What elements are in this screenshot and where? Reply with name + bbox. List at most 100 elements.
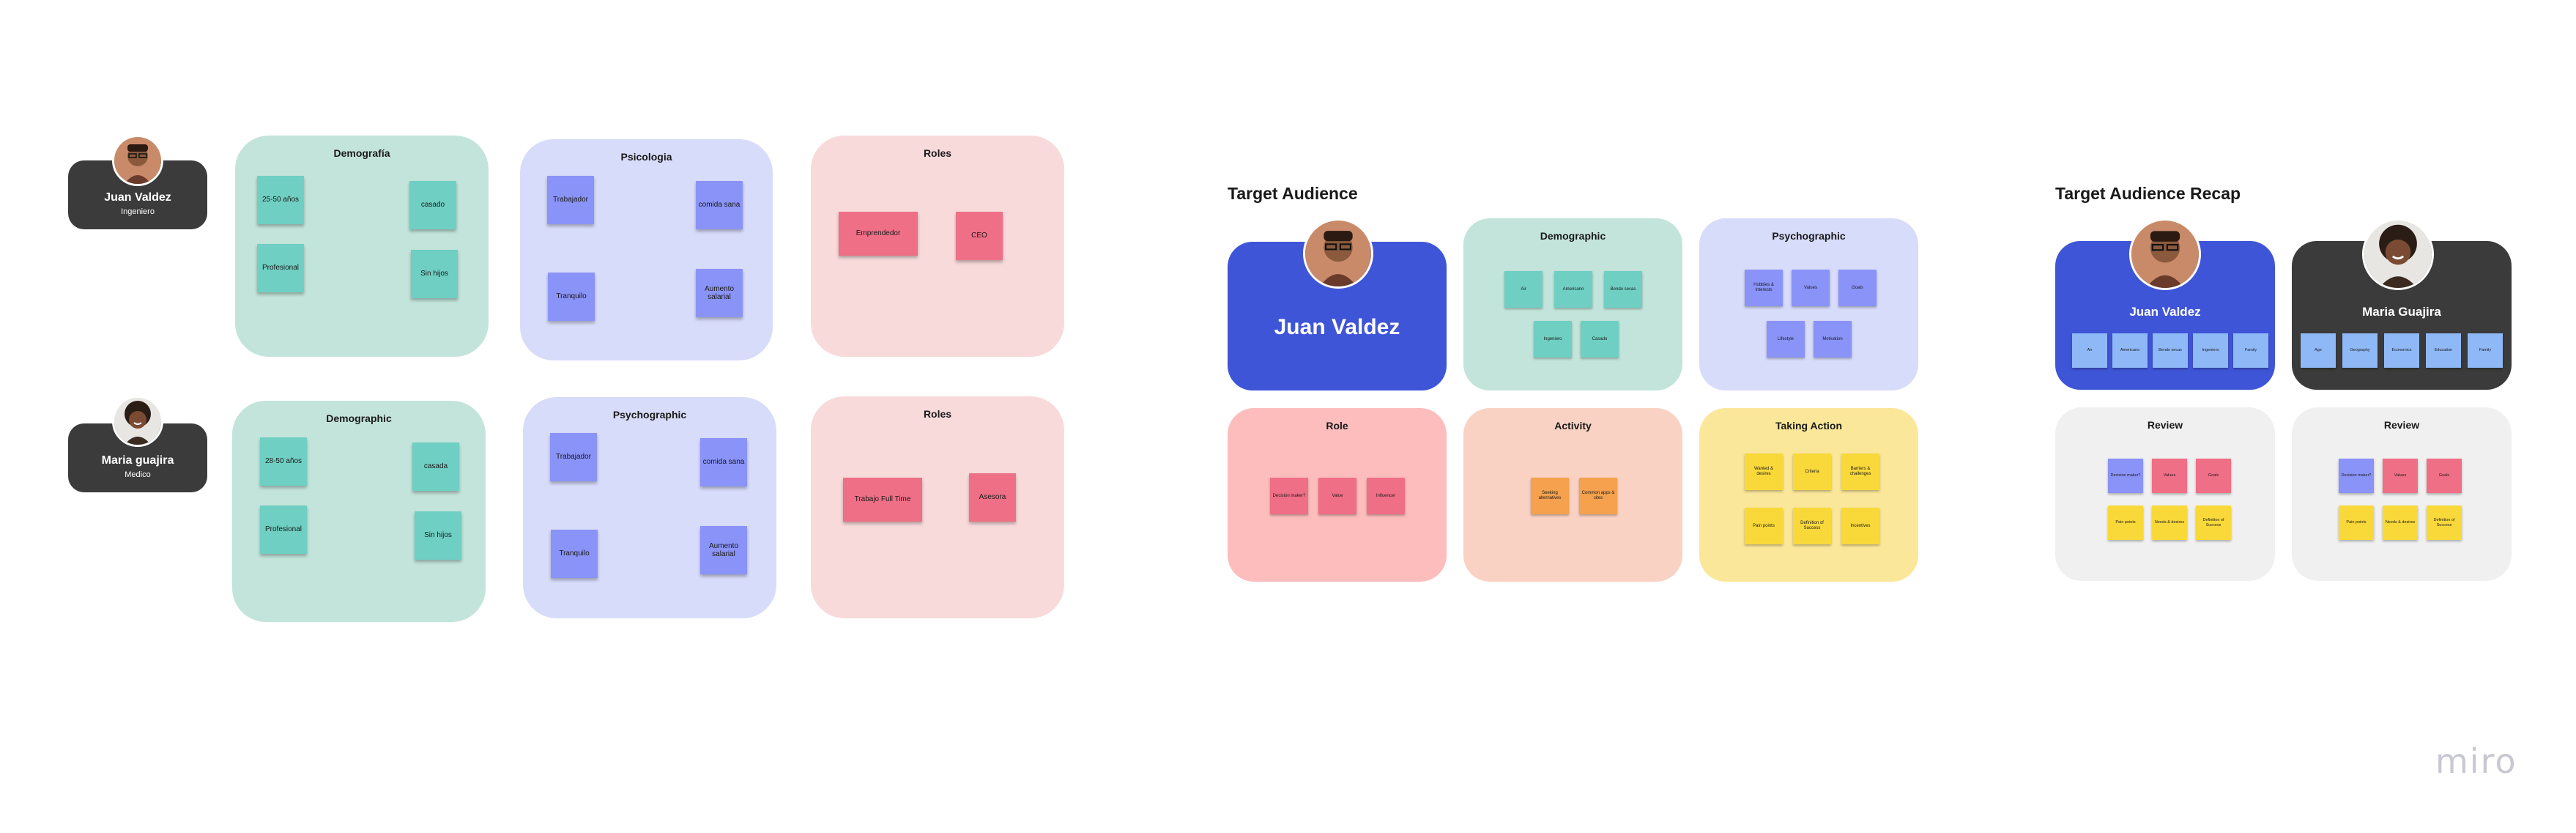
- sticky-note[interactable]: Incentives: [1841, 508, 1879, 544]
- sticky-note[interactable]: Education: [2426, 333, 2461, 368]
- sticky-note[interactable]: Asesora: [969, 473, 1016, 522]
- recap-title: Target Audience Recap: [2055, 184, 2241, 203]
- sticky-note[interactable]: Goals: [1838, 270, 1877, 306]
- sticky-note[interactable]: Common apps & sites: [1579, 478, 1617, 514]
- target-role[interactable]: Role Decision maker? Value Influencer: [1228, 408, 1447, 582]
- sticky-note[interactable]: Hobbies & Interests: [1745, 270, 1783, 306]
- persona-name: Juan Valdez: [104, 191, 171, 204]
- sticky-note[interactable]: Sin hijos: [411, 250, 458, 298]
- sticky-note[interactable]: Criteria: [1793, 453, 1831, 490]
- sticky-note[interactable]: Ingeniero: [2193, 333, 2228, 368]
- sticky-note[interactable]: Air: [2072, 333, 2107, 368]
- sticky-note[interactable]: comida sana: [700, 438, 747, 486]
- persona-role: Medico: [125, 470, 151, 479]
- sticky-note[interactable]: Profesional: [257, 244, 304, 292]
- target-audience-title: Target Audience: [1228, 184, 1358, 203]
- sticky-note[interactable]: Goals: [2427, 459, 2462, 493]
- panel-title: Taking Action: [1775, 420, 1842, 432]
- miro-board[interactable]: { "left_personas": [ {"name": "Juan Vald…: [0, 0, 2576, 833]
- sticky-note[interactable]: Value: [1318, 478, 1356, 514]
- sticky-note[interactable]: Lifestyle: [1767, 321, 1805, 358]
- recap-review-2[interactable]: Review Decision maker? Values Goals Pain…: [2292, 407, 2512, 581]
- sticky-note[interactable]: Geography: [2342, 333, 2378, 368]
- sticky-note[interactable]: Wanted & desires: [1745, 453, 1783, 490]
- sticky-note[interactable]: Americano: [1554, 271, 1592, 308]
- panel-roles-1[interactable]: Roles Emprendedor CEO: [811, 136, 1064, 357]
- sticky-note[interactable]: Family: [2468, 333, 2503, 368]
- panel-title: Psychographic: [612, 409, 687, 421]
- avatar-juan-large-icon: [1303, 218, 1373, 289]
- avatar-juan-recap-icon: [2129, 218, 2201, 290]
- sticky-note[interactable]: Goals: [2196, 459, 2231, 493]
- sticky-note[interactable]: Pain points: [2339, 506, 2374, 540]
- avatar-juan-icon: [112, 135, 163, 186]
- sticky-note[interactable]: Age: [2301, 333, 2336, 368]
- sticky-note[interactable]: Pain points: [1745, 508, 1783, 544]
- target-activity[interactable]: Activity Seeking alternatives Common app…: [1463, 408, 1682, 582]
- persona-name: Maria guajira: [101, 454, 174, 467]
- sticky-note[interactable]: Motivation: [1814, 321, 1852, 358]
- panel-psychographic[interactable]: Psychographic Trabajador comida sana Tra…: [523, 397, 776, 618]
- sticky-note[interactable]: Needs & desires: [2383, 506, 2418, 540]
- panel-demographic[interactable]: Demographic 28-50 años casada Profesiona…: [232, 401, 486, 622]
- panel-title: Role: [1326, 420, 1348, 432]
- sticky-note[interactable]: casada: [412, 443, 459, 491]
- sticky-note[interactable]: Barriers & challenges: [1841, 453, 1879, 490]
- sticky-note[interactable]: Decision maker?: [2108, 459, 2143, 493]
- sticky-note[interactable]: Aumento salarial: [696, 269, 743, 317]
- target-taking-action[interactable]: Taking Action Wanted & desires Criteria …: [1699, 408, 1918, 582]
- panel-demografia[interactable]: Demografía 25-50 años casado Profesional…: [235, 136, 489, 357]
- sticky-note[interactable]: CEO: [956, 212, 1003, 260]
- panel-title: Psychographic: [1772, 230, 1846, 242]
- sticky-note[interactable]: Needs & desires: [2152, 506, 2187, 540]
- sticky-note[interactable]: Influencer: [1367, 478, 1405, 514]
- sticky-note[interactable]: Decision maker?: [2339, 459, 2374, 493]
- sticky-note[interactable]: Economics: [2384, 333, 2419, 368]
- sticky-note[interactable]: Air: [1504, 271, 1543, 308]
- sticky-note[interactable]: Values: [1792, 270, 1830, 306]
- sticky-note[interactable]: Bendo secas: [1604, 271, 1642, 308]
- target-psychographic[interactable]: Psychographic Hobbies & Interests Values…: [1699, 218, 1918, 390]
- sticky-note[interactable]: Emprendedor: [839, 212, 918, 256]
- panel-title: Roles: [923, 147, 952, 159]
- sticky-note[interactable]: Tranquilo: [551, 530, 598, 578]
- persona-role: Ingeniero: [121, 207, 155, 216]
- sticky-note[interactable]: Seeking alternatives: [1531, 478, 1569, 514]
- sticky-note[interactable]: Family: [2233, 333, 2268, 368]
- sticky-note[interactable]: Trabajador: [547, 176, 594, 224]
- panel-title: Demographic: [1540, 230, 1606, 242]
- sticky-note[interactable]: casado: [409, 181, 456, 229]
- panel-title: Review: [2383, 419, 2420, 431]
- sticky-note[interactable]: Decision maker?: [1270, 478, 1308, 514]
- sticky-note[interactable]: comida sana: [696, 181, 743, 229]
- sticky-note[interactable]: Definition of Success: [2196, 506, 2231, 540]
- sticky-note[interactable]: Values: [2383, 459, 2418, 493]
- sticky-note[interactable]: Pain points: [2108, 506, 2143, 540]
- target-demographic[interactable]: Demographic Air Americano Bendo secas In…: [1463, 218, 1682, 390]
- panel-title: Activity: [1554, 420, 1592, 432]
- panel-title: Psicologia: [620, 151, 672, 163]
- recap-review-1[interactable]: Review Decision maker? Values Goals Pain…: [2055, 407, 2275, 581]
- sticky-note[interactable]: Casado: [1581, 321, 1619, 358]
- panel-psicologia[interactable]: Psicologia Trabajador comida sana Tranqu…: [520, 139, 773, 360]
- sticky-note[interactable]: Americano: [2112, 333, 2148, 368]
- sticky-note[interactable]: Definition of Success: [2427, 506, 2462, 540]
- panel-title: Roles: [923, 408, 952, 420]
- panel-roles-2[interactable]: Roles Trabajo Full Time Asesora: [811, 396, 1064, 618]
- sticky-note[interactable]: Trabajador: [550, 433, 597, 481]
- sticky-note[interactable]: Ingeniero: [1534, 321, 1572, 358]
- sticky-note[interactable]: Trabajo Full Time: [843, 478, 922, 522]
- sticky-note[interactable]: Bendo secas: [2153, 333, 2188, 368]
- sticky-note[interactable]: 25-50 años: [257, 176, 304, 224]
- sticky-note[interactable]: Definition of Success: [1793, 508, 1831, 544]
- panel-title: Demographic: [326, 412, 392, 424]
- sticky-note[interactable]: Aumento salarial: [700, 526, 747, 574]
- sticky-note[interactable]: 28-50 años: [260, 437, 307, 486]
- sticky-note[interactable]: Sin hijos: [415, 511, 461, 560]
- miro-logo-icon: miro: [2435, 741, 2517, 781]
- sticky-note[interactable]: Values: [2152, 459, 2187, 493]
- sticky-note[interactable]: Profesional: [260, 506, 307, 554]
- target-persona-name: Juan Valdez: [1274, 315, 1400, 339]
- sticky-note[interactable]: Tranquilo: [548, 273, 595, 321]
- avatar-maria-recap-icon: [2362, 218, 2434, 290]
